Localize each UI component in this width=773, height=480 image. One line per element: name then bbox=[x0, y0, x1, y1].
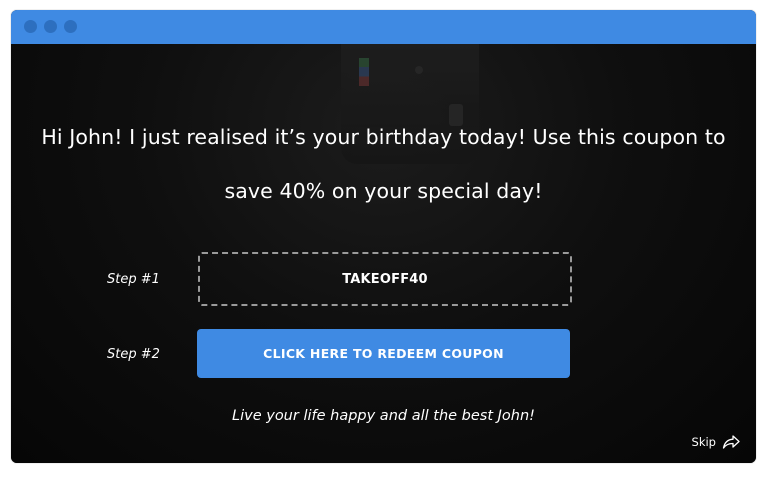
window-titlebar bbox=[11, 10, 756, 44]
window-dot-3 bbox=[64, 20, 77, 33]
step-2-label: Step #2 bbox=[107, 347, 160, 362]
step-1-label: Step #1 bbox=[107, 272, 160, 287]
background-phone-stripe bbox=[359, 58, 369, 86]
coupon-code: TAKEOFF40 bbox=[342, 271, 428, 287]
closing-message: Live your life happy and all the best Jo… bbox=[232, 408, 535, 424]
headline-line-2: save 40% on your special day! bbox=[224, 179, 543, 203]
redeem-coupon-button[interactable]: CLICK HERE TO REDEEM COUPON bbox=[197, 329, 570, 378]
popup-content: Hi John! I just realised it’s your birth… bbox=[11, 44, 756, 463]
share-arrow-icon bbox=[722, 435, 740, 449]
redeem-button-label: CLICK HERE TO REDEEM COUPON bbox=[263, 346, 504, 361]
skip-button[interactable]: Skip bbox=[692, 435, 740, 449]
headline-line-1: Hi John! I just realised it’s your birth… bbox=[41, 125, 726, 149]
skip-label: Skip bbox=[691, 435, 716, 449]
popup-window: Hi John! I just realised it’s your birth… bbox=[11, 10, 756, 463]
window-dot-2 bbox=[44, 20, 57, 33]
window-dot-1 bbox=[24, 20, 37, 33]
birthday-headline: Hi John! I just realised it’s your birth… bbox=[11, 110, 756, 218]
background-phone-camera bbox=[415, 66, 423, 74]
coupon-code-box[interactable]: TAKEOFF40 bbox=[198, 252, 572, 306]
